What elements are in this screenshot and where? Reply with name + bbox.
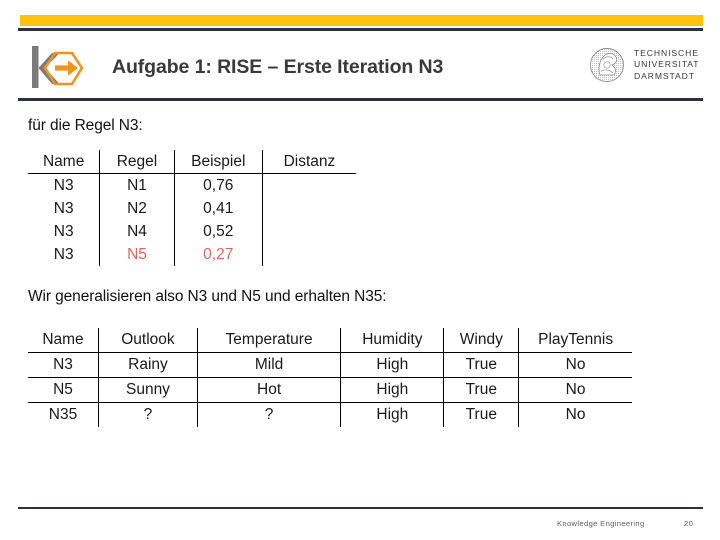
cell-windy: True	[443, 352, 519, 378]
cell-regel: N1	[99, 173, 175, 197]
header-accent-bar	[20, 15, 703, 26]
slide-header: Aufgabe 1: RISE – Erste Iteration N3 TEC…	[0, 0, 720, 102]
column-header-windy: Windy	[443, 328, 519, 353]
column-header-distanz: Distanz	[261, 150, 356, 174]
table-row: N3 N4 0,52	[28, 220, 356, 243]
header-bottom-rule	[18, 98, 703, 101]
column-header-regel: Regel	[99, 150, 175, 174]
cell-beispiel: 0,41	[173, 197, 263, 220]
table-header-row: Name Regel Beispiel Distanz	[28, 150, 356, 174]
table-row: N35 ? ? High True No	[28, 402, 632, 427]
cell-name: N3	[53, 223, 74, 240]
intro-text: für die Regel N3:	[28, 117, 143, 134]
column-header-humidity: Humidity	[340, 328, 444, 353]
tu-darmstadt-logo: TECHNISCHE UNIVERSITAT DARMSTADT	[588, 42, 700, 88]
knowledge-engineering-logo	[28, 46, 88, 90]
cell-outlook: Sunny	[98, 377, 198, 403]
footer-rule	[18, 507, 703, 510]
table-row: N3 N2 0,41	[28, 197, 356, 220]
cell-humidity: High	[340, 377, 444, 403]
cell-distanz	[261, 173, 356, 197]
table-header-row: Name Outlook Temperature Humidity Windy …	[28, 328, 632, 353]
table-row: N3 Rainy Mild High True No	[28, 352, 632, 378]
cell-temperature: Hot	[196, 377, 341, 403]
cell-distanz	[261, 243, 356, 266]
table-row: N3 N1 0,76	[28, 173, 356, 197]
cell-playtennis: No	[518, 377, 632, 403]
cell-name: N3	[28, 352, 99, 378]
cell-outlook: Rainy	[98, 352, 198, 378]
cell-name: N35	[48, 406, 78, 423]
cell-humidity: High	[340, 352, 444, 378]
cell-temperature: ?	[196, 402, 341, 427]
cell-beispiel: 0,52	[173, 220, 263, 243]
generalization-text: Wir generalisieren also N3 und N5 und er…	[28, 288, 387, 305]
tud-line-3: DARMSTADT	[634, 70, 695, 81]
cell-name: N3	[53, 246, 74, 263]
column-header-outlook: Outlook	[98, 328, 198, 353]
column-header-name: Name	[28, 150, 100, 174]
cell-regel: N5	[99, 243, 175, 266]
footer-department: Knowledge Engineering	[557, 519, 645, 528]
cell-humidity: High	[340, 402, 444, 427]
cell-playtennis: No	[518, 352, 632, 378]
footer-page-number: 20	[684, 519, 694, 528]
column-header-playtennis: PlayTennis	[518, 328, 632, 353]
table-row: N5 Sunny Hot High True No	[28, 377, 632, 403]
column-header-temperature: Temperature	[196, 328, 341, 353]
cell-playtennis: No	[518, 402, 632, 427]
cell-beispiel: 0,27	[173, 243, 263, 266]
page-title: Aufgabe 1: RISE – Erste Iteration N3	[112, 56, 444, 78]
tu-darmstadt-wordmark: TECHNISCHE UNIVERSITAT DARMSTADT	[634, 48, 699, 82]
cell-name: N3	[53, 177, 74, 194]
cell-distanz	[261, 220, 356, 243]
cell-regel: N4	[99, 220, 175, 243]
table-row-highlighted: N3 N5 0,27	[28, 243, 356, 266]
tud-line-2: UNIVERSITAT	[634, 59, 700, 70]
cell-windy: True	[443, 402, 519, 427]
instances-table: Name Outlook Temperature Humidity Windy …	[28, 328, 632, 427]
column-header-name: Name	[28, 328, 99, 353]
rules-distance-table: Name Regel Beispiel Distanz N3 N1 0,76 N…	[28, 150, 356, 266]
cell-distanz	[261, 197, 356, 220]
cell-temperature: Mild	[196, 352, 341, 378]
cell-name: N5	[28, 377, 99, 403]
cell-windy: True	[443, 377, 519, 403]
tud-line-1: TECHNISCHE	[634, 47, 699, 58]
tu-darmstadt-seal-icon	[590, 48, 624, 82]
header-accent-rule	[18, 28, 703, 31]
column-header-beispiel: Beispiel	[173, 150, 263, 174]
cell-regel: N2	[99, 197, 175, 220]
cell-beispiel: 0,76	[173, 173, 263, 197]
cell-outlook: ?	[98, 402, 198, 427]
cell-name: N3	[53, 200, 74, 217]
